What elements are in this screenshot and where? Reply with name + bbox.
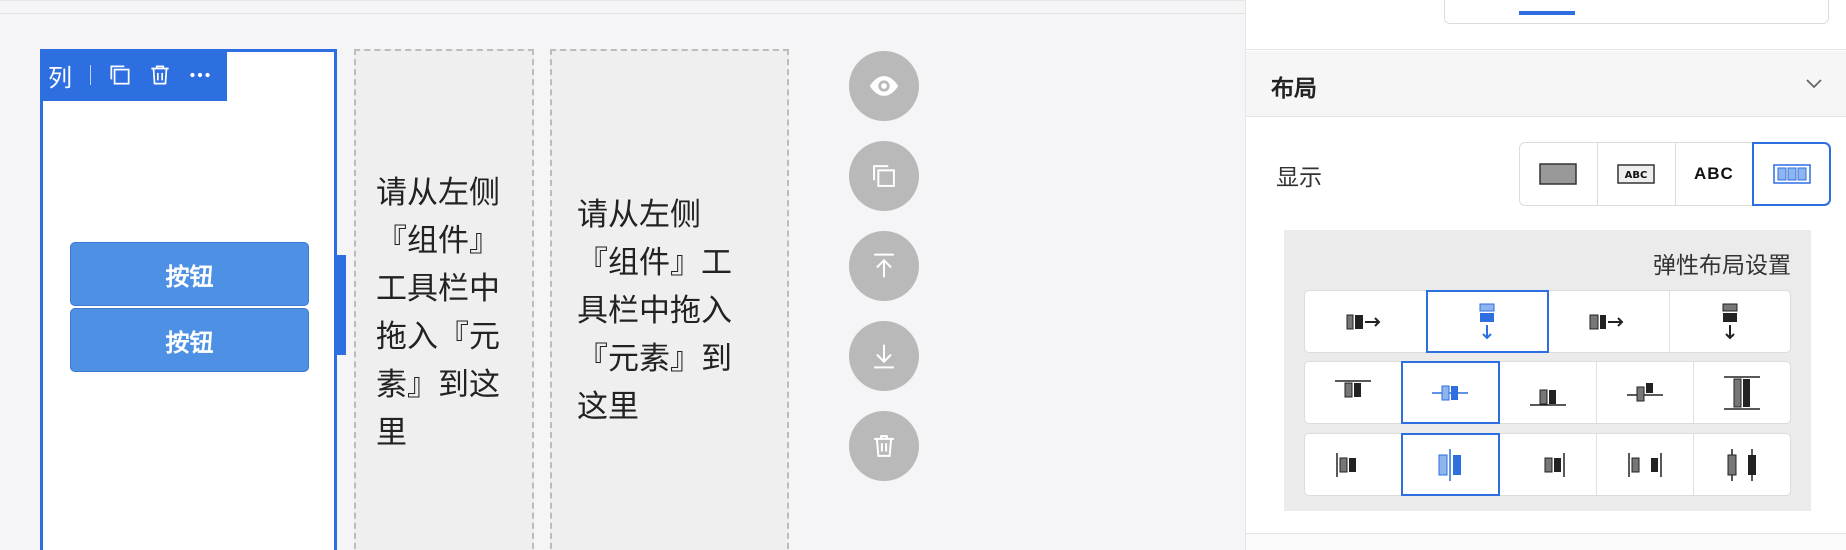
duplicate-button[interactable] [849, 141, 919, 211]
arrow-down-icon [1722, 303, 1738, 339]
display-block-option[interactable] [1520, 143, 1598, 205]
justify-space-between-option[interactable] [1597, 434, 1694, 495]
arrow-right-icon [1589, 314, 1624, 329]
justify-center-option[interactable] [1401, 433, 1501, 496]
chevron-down-icon [1806, 79, 1822, 89]
next-section-header[interactable] [1246, 533, 1846, 550]
trash-icon[interactable] [147, 62, 173, 88]
display-label: 显示 [1276, 165, 1322, 191]
justify-space-between-icon [1627, 452, 1662, 477]
preview-button[interactable] [849, 51, 919, 121]
copy-icon[interactable] [107, 62, 133, 88]
move-up-button[interactable] [849, 231, 919, 301]
copy-icon [873, 165, 895, 187]
empty-column-3[interactable]: 请从左侧『组件』工具栏中拖入『元素』到这里 [550, 49, 789, 550]
align-start-option[interactable] [1305, 362, 1403, 423]
align-end-option[interactable] [1499, 362, 1597, 423]
display-selector: ABC ABC [1519, 142, 1831, 206]
align-stretch-option[interactable] [1694, 362, 1790, 423]
flex-direction-row [1304, 290, 1791, 353]
arrow-right-icon [1346, 314, 1381, 329]
eye-icon [869, 76, 899, 96]
flex-settings: 弹性布局设置 [1284, 230, 1811, 511]
justify-end-option[interactable] [1499, 434, 1597, 495]
editor-canvas: 列 按钮 按钮 请从左侧『组件』工具栏中拖入『元素』到这里 请从左侧『组件』工具… [0, 0, 1245, 550]
move-down-icon [874, 344, 894, 369]
justify-space-around-icon [1727, 448, 1756, 481]
inline-block-icon: ABC [1617, 164, 1655, 184]
drop-placeholder-text: 请从左侧『组件』工具栏中拖入『元素』到这里 [376, 175, 500, 451]
align-center-icon [1432, 385, 1469, 400]
display-flex-option[interactable] [1752, 142, 1831, 206]
delete-button[interactable] [849, 411, 919, 481]
empty-column-2[interactable]: 请从左侧『组件』工具栏中拖入『元素』到这里 [354, 49, 534, 550]
trash-icon [874, 435, 894, 457]
align-baseline-option[interactable] [1597, 362, 1694, 423]
flex-settings-title: 弹性布局设置 [1653, 253, 1791, 279]
layout-section-header[interactable]: 布局 [1246, 51, 1846, 117]
justify-end-icon [1544, 452, 1565, 477]
move-up-icon [874, 253, 894, 278]
direction-column-reverse-option[interactable] [1670, 291, 1791, 352]
align-items-row [1304, 361, 1791, 424]
button-element-1[interactable]: 按钮 [70, 242, 309, 306]
inline-text: ABC [1693, 164, 1734, 183]
more-icon[interactable] [187, 62, 213, 88]
column-toolbar: 列 [40, 49, 227, 101]
direction-column-option[interactable] [1425, 290, 1549, 353]
align-center-option[interactable] [1401, 361, 1501, 424]
move-down-button[interactable] [849, 321, 919, 391]
button-element-2[interactable]: 按钮 [70, 308, 309, 372]
active-tab-indicator [1519, 11, 1575, 15]
top-input[interactable] [1444, 0, 1829, 24]
justify-start-option[interactable] [1305, 434, 1403, 495]
svg-text:ABC: ABC [1625, 170, 1648, 181]
canvas-divider [0, 13, 1245, 14]
direction-row-option[interactable] [1305, 291, 1427, 352]
arrow-down-icon [1479, 303, 1495, 339]
column-resize-handle[interactable] [337, 255, 346, 355]
section-title: 布局 [1271, 76, 1317, 102]
direction-row-reverse-option[interactable] [1548, 291, 1670, 352]
align-stretch-icon [1723, 375, 1760, 410]
justify-center-icon [1438, 448, 1462, 481]
flex-icon [1772, 164, 1811, 184]
drop-placeholder-text: 请从左侧『组件』工具栏中拖入『元素』到这里 [577, 197, 732, 425]
justify-space-around-option[interactable] [1694, 434, 1790, 495]
align-bottom-icon [1529, 389, 1566, 406]
justify-start-icon [1336, 452, 1357, 477]
properties-panel: 布局 显示 ABC ABC 弹性布局设置 [1245, 0, 1846, 550]
align-top-icon [1335, 379, 1372, 397]
display-inline-block-option[interactable]: ABC [1598, 143, 1676, 205]
toolbar-separator [90, 65, 91, 85]
block-icon [1539, 163, 1578, 185]
column-label: 列 [48, 63, 72, 92]
justify-content-row [1304, 433, 1791, 496]
align-baseline-icon [1626, 382, 1663, 401]
display-inline-option[interactable]: ABC [1676, 143, 1754, 205]
panel-top [1246, 0, 1846, 50]
